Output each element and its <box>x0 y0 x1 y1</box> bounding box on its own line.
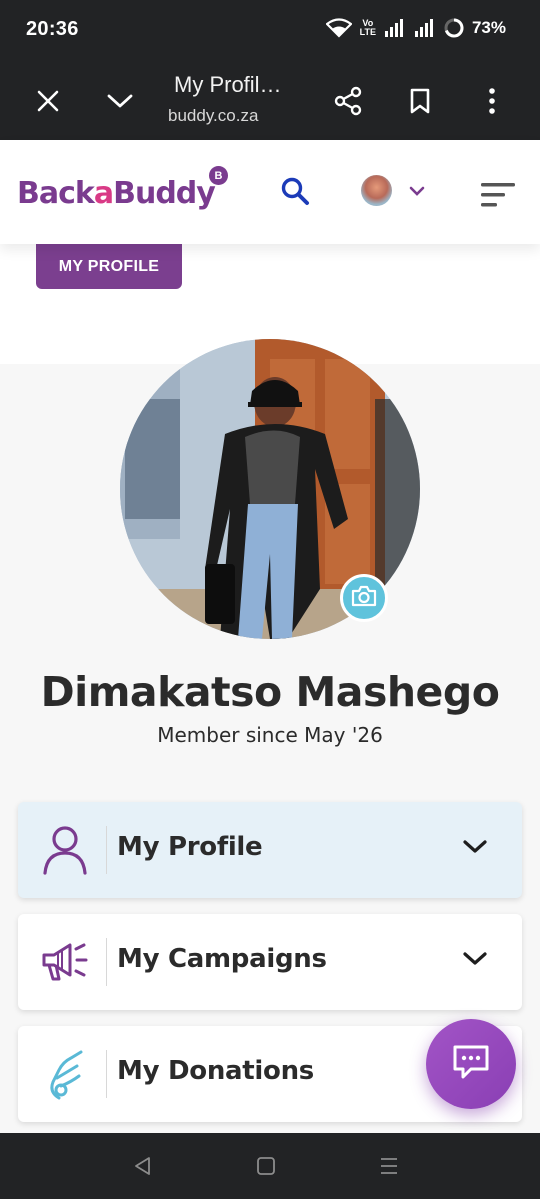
camera-icon <box>351 585 377 612</box>
member-since: Member since May '26 <box>157 723 383 747</box>
status-time: 20:36 <box>26 18 79 40</box>
chevron-down-icon[interactable] <box>95 76 145 126</box>
card-divider <box>106 938 107 986</box>
signal-icon <box>384 19 406 37</box>
chevron-down-icon[interactable] <box>462 838 488 861</box>
menu-icon[interactable] <box>480 182 516 213</box>
status-bar: 20:36 Vo LTE 73% <box>0 0 540 62</box>
signal-icon-2 <box>414 19 436 37</box>
card-label: My Donations <box>117 1056 314 1086</box>
back-icon[interactable] <box>128 1153 158 1179</box>
logo-buddy: Buddy <box>113 176 216 211</box>
account-chevron-icon[interactable] <box>408 185 426 203</box>
browser-toolbar: My Profil… buddy.co.za <box>0 62 540 140</box>
status-icons: Vo LTE 73% <box>325 18 506 38</box>
my-campaigns-card[interactable]: My Campaigns <box>18 914 522 1010</box>
wifi-icon <box>325 18 352 38</box>
change-photo-button[interactable] <box>340 574 388 622</box>
card-label: My Campaigns <box>117 944 327 974</box>
system-nav-bar <box>0 1133 540 1199</box>
card-divider <box>106 1050 107 1098</box>
battery-percent: 73% <box>471 18 506 37</box>
logo-a: a <box>93 176 114 211</box>
chat-icon <box>451 1043 491 1086</box>
hand-heart-icon <box>40 1048 90 1100</box>
browser-url[interactable]: buddy.co.za <box>168 106 278 126</box>
browser-title[interactable]: My Profil… <box>174 72 282 98</box>
megaphone-icon <box>40 936 90 988</box>
logo-badge: B <box>209 166 228 185</box>
search-icon[interactable] <box>280 176 310 211</box>
close-icon[interactable] <box>23 76 73 126</box>
home-icon[interactable] <box>251 1153 281 1179</box>
my-profile-card[interactable]: My Profile <box>18 802 522 898</box>
site-logo[interactable]: BackaBuddy <box>17 176 216 211</box>
card-divider <box>106 826 107 874</box>
volte-bottom: LTE <box>359 27 376 37</box>
page-title-tag: MY PROFILE <box>36 244 182 289</box>
card-label: My Profile <box>117 832 263 862</box>
recents-icon[interactable] <box>374 1153 404 1179</box>
bookmark-icon[interactable] <box>395 76 445 126</box>
header-avatar[interactable] <box>361 175 392 206</box>
chevron-down-icon[interactable] <box>462 950 488 973</box>
logo-back: Back <box>17 176 95 211</box>
battery-icon <box>444 18 464 38</box>
volte-indicator: Vo LTE <box>360 19 376 37</box>
share-icon[interactable] <box>323 76 373 126</box>
more-vert-icon[interactable] <box>467 76 517 126</box>
chat-button[interactable] <box>426 1019 516 1109</box>
user-icon <box>40 824 90 876</box>
user-name: Dimakatso Mashego <box>40 668 500 716</box>
